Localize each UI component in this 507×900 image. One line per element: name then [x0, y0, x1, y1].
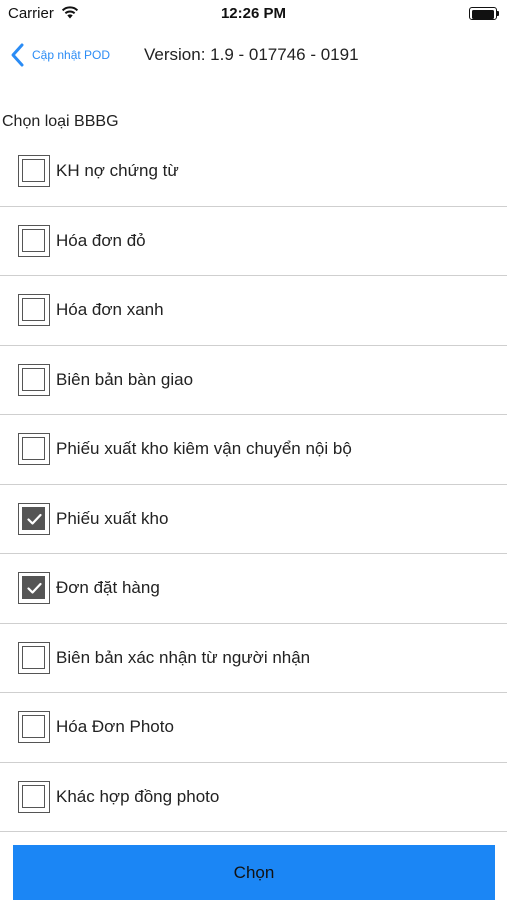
status-time: 12:26 PM	[220, 5, 287, 22]
option-label: Đơn đặt hàng	[56, 578, 160, 598]
option-label: KH nợ chứng từ	[56, 161, 179, 181]
checkbox-checked[interactable]	[18, 502, 50, 535]
checkbox[interactable]	[18, 155, 50, 188]
checkbox-icon	[22, 367, 45, 391]
checkbox-icon	[22, 645, 45, 669]
back-label: Cập nhật POD	[32, 48, 111, 62]
option-label: Biên bản bàn giao	[56, 369, 194, 389]
option-row[interactable]: Biên bản bàn giao	[0, 346, 507, 415]
option-label: Phiếu xuất kho kiêm vận chuyển nội bộ	[56, 439, 352, 459]
checkbox[interactable]	[18, 224, 50, 257]
option-label: Phiếu xuất kho	[56, 508, 169, 528]
option-label: Hóa đơn xanh	[56, 300, 164, 320]
submit-button[interactable]: Chọn	[13, 845, 495, 900]
navigation-bar: Cập nhật POD Version: 1.9 - 017746 - 019…	[0, 30, 507, 82]
back-button[interactable]: Cập nhật POD	[8, 40, 110, 70]
checkbox-checked[interactable]	[18, 572, 50, 605]
status-bar: Carrier 12:26 PM	[0, 0, 507, 28]
option-row[interactable]: Biên bản xác nhận từ người nhận	[0, 624, 507, 693]
battery-icon	[469, 7, 499, 20]
option-label: Biên bản xác nhận từ người nhận	[56, 647, 311, 667]
checkbox[interactable]	[18, 294, 50, 327]
section-header: Chọn loại BBBG	[2, 113, 119, 130]
option-row[interactable]: Đơn đặt hàng	[0, 554, 507, 624]
option-row[interactable]: Hóa đơn xanh	[0, 276, 507, 346]
option-label: Khác hợp đồng photo	[56, 786, 220, 806]
checkmark-icon	[27, 513, 42, 525]
option-label: Hóa đơn đỏ	[56, 230, 146, 250]
checkbox[interactable]	[18, 780, 50, 813]
checkbox-icon	[22, 715, 45, 739]
checkbox[interactable]	[18, 363, 50, 396]
checkbox-icon	[22, 228, 45, 252]
checkbox-icon	[22, 506, 45, 530]
option-row[interactable]: KH nợ chứng từ	[0, 137, 507, 207]
checkbox-icon	[22, 437, 45, 461]
page-title: Version: 1.9 - 017746 - 0191	[144, 45, 359, 64]
checkbox-icon	[22, 298, 45, 322]
option-row[interactable]: Hóa đơn đỏ	[0, 207, 507, 276]
checkbox-icon	[22, 159, 45, 183]
checkbox[interactable]	[18, 433, 50, 466]
option-row[interactable]: Phiếu xuất kho kiêm vận chuyển nội bộ	[0, 415, 507, 485]
option-row[interactable]: Phiếu xuất kho	[0, 485, 507, 554]
checkbox-icon	[22, 784, 45, 808]
checkbox[interactable]	[18, 641, 50, 674]
option-row[interactable]: Khác hợp đồng photo	[0, 763, 507, 832]
document-type-list: KH nợ chứng từ Hóa đơn đỏ Hóa đơn xanh Biên…	[0, 137, 507, 832]
option-label: Hóa Đơn Photo	[56, 717, 174, 737]
checkmark-icon	[27, 583, 42, 594]
checkbox[interactable]	[18, 711, 50, 744]
option-row[interactable]: Hóa Đơn Photo	[0, 693, 507, 763]
checkbox-icon	[22, 576, 45, 600]
chevron-left-icon	[11, 43, 24, 67]
